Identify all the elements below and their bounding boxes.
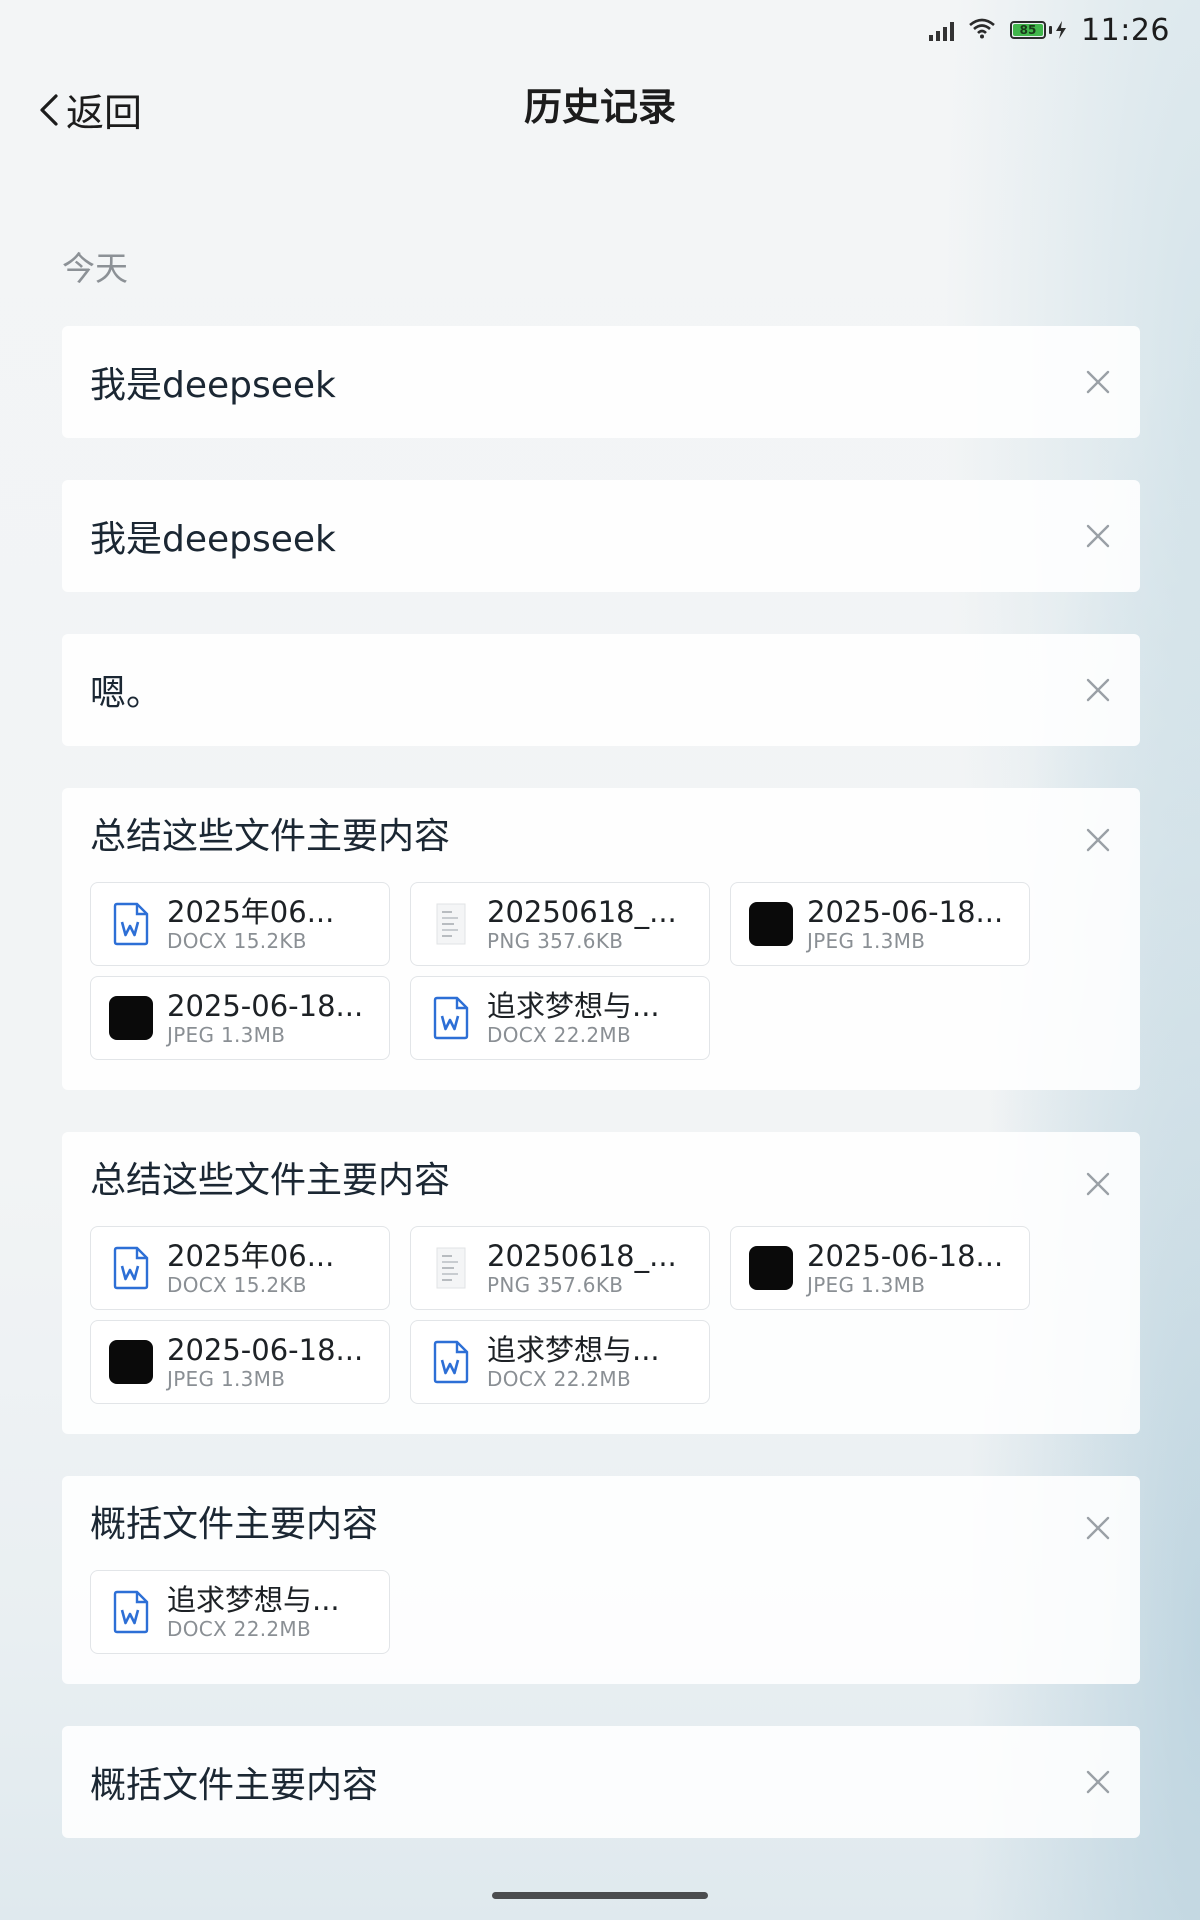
attachment-grid: 2025年06... DOCX 15.2KB 20250618_... PNG 357… — [90, 882, 1030, 1060]
file-attachment[interactable]: 2025-06-18... JPEG 1.3MB — [90, 1320, 390, 1404]
close-icon[interactable] — [1084, 522, 1112, 550]
black-image-thumbnail — [749, 902, 793, 946]
close-icon[interactable] — [1084, 826, 1112, 854]
signal-icon — [929, 19, 955, 41]
close-icon[interactable] — [1084, 1170, 1112, 1198]
history-item-text: 总结这些文件主要内容 — [90, 816, 451, 857]
file-name: 2025-06-18... — [167, 1333, 364, 1367]
file-name: 追求梦想与... — [487, 989, 660, 1023]
file-attachment[interactable]: 2025-06-18... JPEG 1.3MB — [90, 976, 390, 1060]
file-info: 20250618_... PNG 357.6KB — [487, 1239, 677, 1297]
file-meta: PNG 357.6KB — [487, 929, 624, 953]
header: 返回 历史记录 — [0, 72, 1200, 142]
close-icon[interactable] — [1084, 368, 1112, 396]
file-info: 2025-06-18... JPEG 1.3MB — [807, 895, 1003, 953]
history-item-text: 概括文件主要内容 — [90, 1765, 379, 1806]
file-info: 2025年06... DOCX 15.2KB — [167, 1239, 334, 1297]
file-meta: JPEG 1.3MB — [807, 929, 926, 953]
battery-icon: 85 — [1010, 21, 1067, 39]
file-attachment[interactable]: 2025年06... DOCX 15.2KB — [90, 882, 390, 966]
file-meta: JPEG 1.3MB — [807, 1273, 926, 1297]
history-item[interactable]: 我是deepseek — [62, 326, 1140, 438]
history-item[interactable]: 概括文件主要内容 — [62, 1726, 1140, 1838]
image-thumbnail-icon — [429, 1246, 473, 1290]
file-attachment[interactable]: 追求梦想与... DOCX 22.2MB — [410, 1320, 710, 1404]
file-meta: DOCX 22.2MB — [487, 1367, 631, 1391]
word-doc-icon — [429, 1340, 473, 1384]
close-icon[interactable] — [1084, 1768, 1112, 1796]
history-item-text: 我是deepseek — [90, 519, 336, 560]
file-info: 2025-06-18... JPEG 1.3MB — [167, 989, 363, 1047]
file-attachment[interactable]: 追求梦想与... DOCX 22.2MB — [410, 976, 710, 1060]
file-meta: DOCX 15.2KB — [167, 1273, 307, 1297]
charging-icon — [1056, 21, 1067, 39]
file-info: 追求梦想与... DOCX 22.2MB — [487, 1333, 660, 1391]
file-attachment[interactable]: 2025年06... DOCX 15.2KB — [90, 1226, 390, 1310]
file-info: 追求梦想与... DOCX 22.2MB — [167, 1583, 340, 1641]
word-doc-icon — [429, 996, 473, 1040]
file-name: 追求梦想与... — [167, 1583, 340, 1617]
file-meta: JPEG 1.3MB — [167, 1367, 286, 1391]
home-indicator[interactable] — [492, 1892, 708, 1899]
file-name: 20250618_... — [487, 1239, 677, 1273]
wifi-icon — [968, 17, 996, 43]
close-icon[interactable] — [1084, 1514, 1112, 1542]
battery-level: 85 — [1013, 23, 1044, 37]
history-item-text: 嗯。 — [90, 673, 163, 714]
history-item[interactable]: 概括文件主要内容追求梦想与... DOCX 22.2MB — [62, 1476, 1140, 1684]
page-title: 历史记录 — [523, 85, 676, 129]
file-name: 追求梦想与... — [487, 1333, 660, 1367]
date-section-label: 今天 — [62, 249, 128, 288]
file-attachment[interactable]: 20250618_... PNG 357.6KB — [410, 882, 710, 966]
file-info: 20250618_... PNG 357.6KB — [487, 895, 677, 953]
word-doc-icon — [109, 1246, 153, 1290]
file-name: 2025-06-18... — [167, 989, 364, 1023]
word-doc-icon — [109, 902, 153, 946]
file-name: 20250618_... — [487, 895, 677, 929]
file-info: 2025-06-18... JPEG 1.3MB — [807, 1239, 1003, 1297]
file-meta: PNG 357.6KB — [487, 1273, 624, 1297]
black-image-thumbnail — [109, 996, 153, 1040]
close-icon[interactable] — [1084, 676, 1112, 704]
file-info: 2025年06... DOCX 15.2KB — [167, 895, 334, 953]
file-meta: JPEG 1.3MB — [167, 1023, 286, 1047]
file-info: 2025-06-18... JPEG 1.3MB — [167, 1333, 363, 1391]
image-thumbnail-icon — [429, 902, 473, 946]
black-image-thumbnail — [749, 1246, 793, 1290]
file-name: 2025年06... — [167, 895, 335, 929]
status-time: 11:26 — [1081, 12, 1170, 48]
history-item-text: 总结这些文件主要内容 — [90, 1160, 451, 1201]
file-meta: DOCX 22.2MB — [167, 1617, 311, 1641]
history-item[interactable]: 总结这些文件主要内容 2025年06... DOCX 15.2KB 20250618_… — [62, 1132, 1140, 1434]
history-item[interactable]: 嗯。 — [62, 634, 1140, 746]
word-doc-icon — [109, 1590, 153, 1634]
history-item-text: 我是deepseek — [90, 365, 336, 406]
file-name: 2025-06-18... — [807, 895, 1004, 929]
attachment-grid: 追求梦想与... DOCX 22.2MB — [90, 1570, 1030, 1654]
black-image-thumbnail — [109, 1340, 153, 1384]
file-meta: DOCX 22.2MB — [487, 1023, 631, 1047]
file-attachment[interactable]: 2025-06-18... JPEG 1.3MB — [730, 882, 1030, 966]
file-name: 2025-06-18... — [807, 1239, 1004, 1273]
history-item[interactable]: 总结这些文件主要内容 2025年06... DOCX 15.2KB 20250618_… — [62, 788, 1140, 1090]
history-item-text: 概括文件主要内容 — [90, 1504, 379, 1545]
status-bar: 85 11:26 — [0, 0, 1200, 60]
file-meta: DOCX 15.2KB — [167, 929, 307, 953]
history-item[interactable]: 我是deepseek — [62, 480, 1140, 592]
file-attachment[interactable]: 追求梦想与... DOCX 22.2MB — [90, 1570, 390, 1654]
file-info: 追求梦想与... DOCX 22.2MB — [487, 989, 660, 1047]
history-list: 我是deepseek 我是deepseek 嗯。总结这些文件主要内容 2025年06.… — [62, 326, 1140, 1880]
file-name: 2025年06... — [167, 1239, 335, 1273]
attachment-grid: 2025年06... DOCX 15.2KB 20250618_... PNG 357… — [90, 1226, 1030, 1404]
file-attachment[interactable]: 20250618_... PNG 357.6KB — [410, 1226, 710, 1310]
file-attachment[interactable]: 2025-06-18... JPEG 1.3MB — [730, 1226, 1030, 1310]
